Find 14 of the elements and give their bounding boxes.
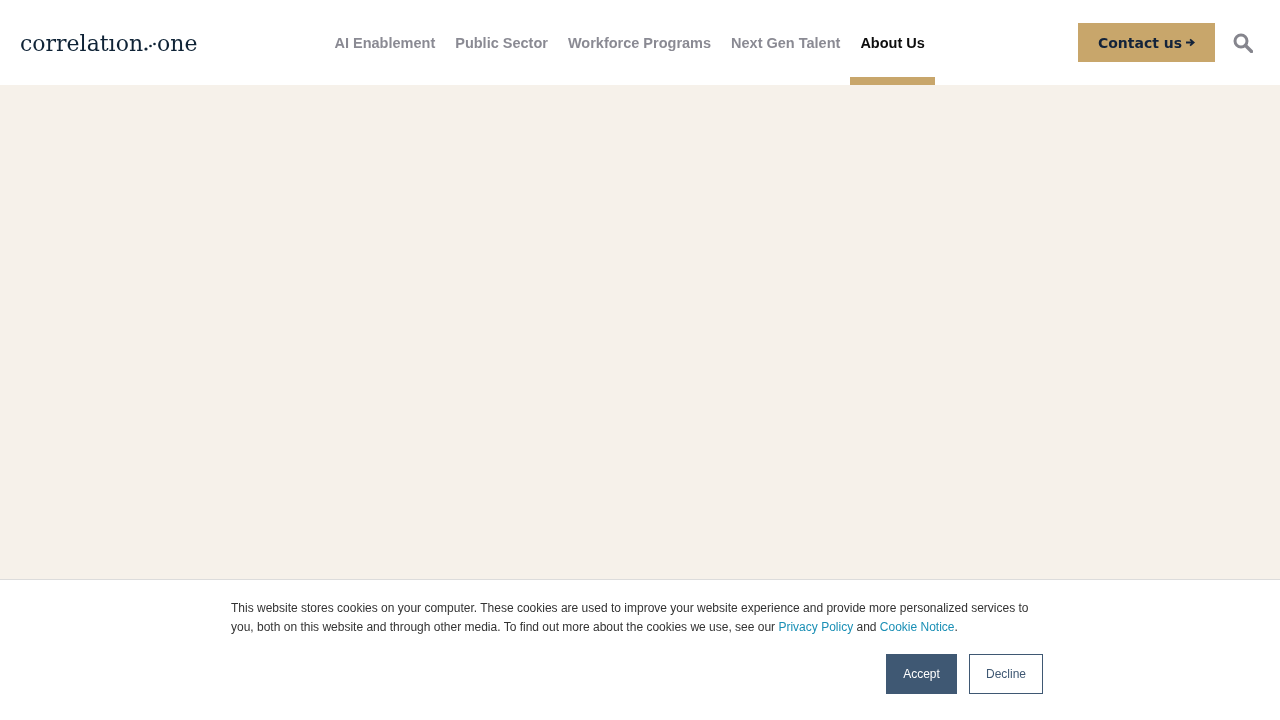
nav-tab[interactable]: Public Sector bbox=[445, 0, 558, 85]
accept-button[interactable]: Accept bbox=[886, 654, 957, 694]
contact-button[interactable]: Contact us bbox=[1078, 23, 1215, 62]
cookie-message: This website stores cookies on your computer. These cookies are used to improve your website experience and provide more personalized services to you, both on this website and through other media. To find out more about the cookies we use, see our Privacy Policy and Cookie Notice. bbox=[231, 600, 1030, 636]
decline-button[interactable]: Decline bbox=[969, 654, 1043, 694]
search-icon[interactable] bbox=[1233, 32, 1253, 53]
arrow-icon bbox=[1186, 38, 1196, 47]
logo[interactable]: correlatıon one bbox=[20, 29, 198, 56]
nav-tab[interactable]: AI Enablement bbox=[324, 0, 446, 85]
cookie-link[interactable]: Cookie Notice bbox=[879, 620, 955, 634]
cookie-link[interactable]: Privacy Policy bbox=[778, 620, 854, 634]
nav-tab[interactable]: Workforce Programs bbox=[557, 0, 722, 85]
dots-icon bbox=[144, 41, 157, 51]
nav-tab[interactable]: Next Gen Talent bbox=[721, 0, 851, 85]
